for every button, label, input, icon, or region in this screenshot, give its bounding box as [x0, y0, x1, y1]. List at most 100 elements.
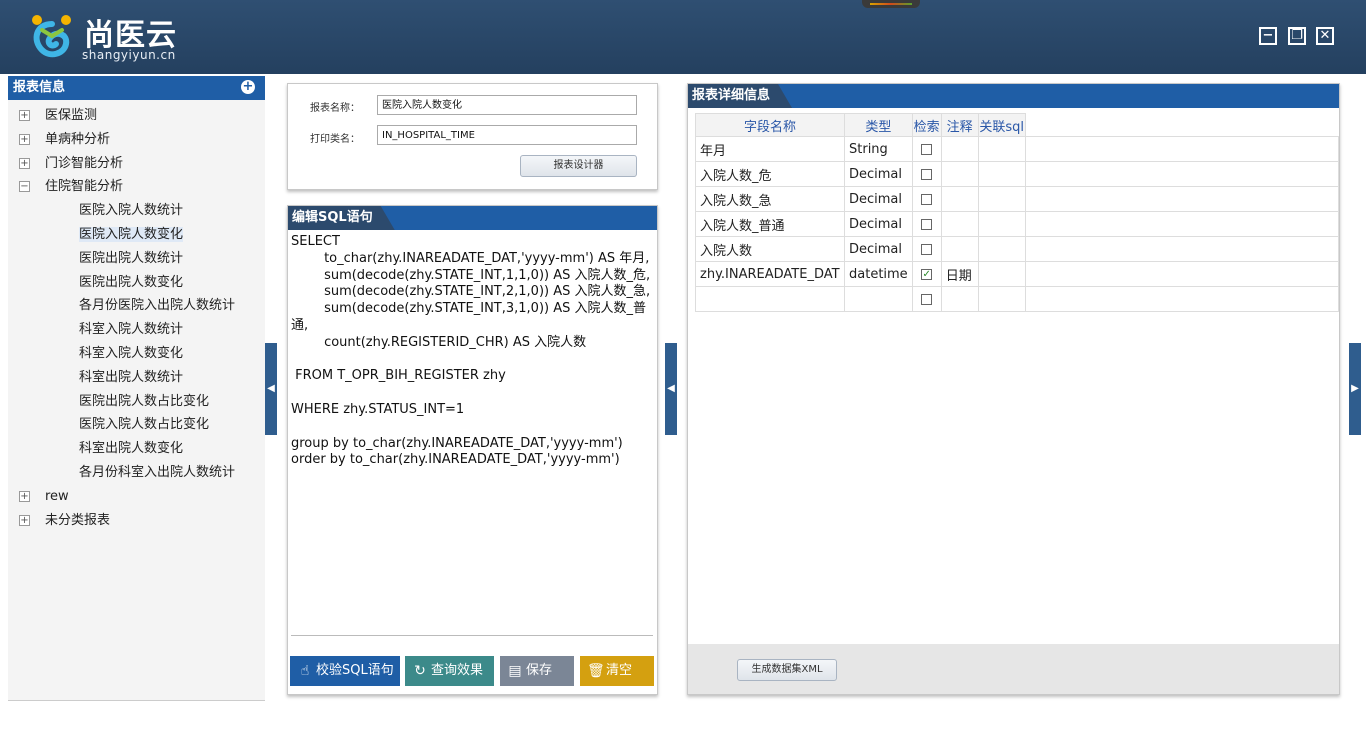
generate-xml-button[interactable]: 生成数据集XML	[737, 659, 837, 681]
tree-leaf-item[interactable]: 医院入院人数变化	[8, 223, 265, 247]
related-sql-cell[interactable]	[977, 161, 1026, 187]
minimize-button[interactable]: −	[1259, 27, 1277, 45]
expand-icon[interactable]: +	[19, 110, 30, 121]
tree-folder-item[interactable]: − 住院智能分析	[8, 175, 265, 199]
collapse-left-handle[interactable]: ◀	[265, 343, 277, 435]
search-checkbox[interactable]	[921, 218, 933, 230]
related-sql-cell[interactable]	[977, 186, 1026, 212]
print-class-input[interactable]: IN_HOSPITAL_TIME	[377, 125, 637, 145]
spacer-cell	[1024, 161, 1340, 187]
tree-item-label: 住院智能分析	[45, 179, 124, 195]
spacer-cell	[1024, 236, 1340, 262]
tree-leaf-item[interactable]: 医院出院人数占比变化	[8, 390, 265, 414]
note-cell[interactable]	[940, 186, 979, 212]
search-checkbox[interactable]	[921, 243, 933, 255]
tree-folder-item[interactable]: + rew	[8, 485, 265, 509]
field-type-cell[interactable]: Decimal	[844, 211, 913, 237]
search-checkbox[interactable]	[921, 193, 933, 205]
tree-folder-item[interactable]: + 门诊智能分析	[8, 152, 265, 176]
table-row[interactable]: 年月 String	[695, 136, 1340, 162]
report-tree-panel: 报表信息 + + 医保监测 + 单病种分析 + 门诊智能分析 − 住院智能分析 医院入院人数统计…	[8, 76, 265, 701]
tree-item-label: 科室出院人数变化	[79, 441, 184, 457]
expand-icon[interactable]: +	[19, 490, 30, 502]
sql-textarea[interactable]: SELECT to_char(zhy.INAREADATE_DAT,'yyyy-…	[291, 234, 653, 636]
note-cell[interactable]	[940, 161, 979, 187]
report-detail-panel: 报表详细信息 字段名称 类型 检索 注释 关联sql 年月 String 入院人数_…	[687, 83, 1340, 695]
close-button[interactable]: ✕	[1316, 27, 1334, 45]
field-name-cell[interactable]: zhy.INAREADATE_DAT	[695, 261, 845, 287]
search-cell	[911, 236, 942, 262]
table-row[interactable]: 入院人数_普通 Decimal	[695, 211, 1340, 237]
field-type-cell[interactable]: Decimal	[844, 161, 913, 187]
tree-folder-item[interactable]: + 医保监测	[8, 104, 265, 128]
tree-leaf-item[interactable]: 各月份科室入出院人数统计	[8, 461, 265, 485]
refresh-icon: ↻	[414, 663, 426, 679]
collapse-right-handle[interactable]: ▶	[1349, 343, 1361, 435]
tree-leaf-item[interactable]: 科室出院人数变化	[8, 437, 265, 461]
field-type-cell[interactable]: datetime	[844, 261, 913, 287]
field-name-cell[interactable]	[695, 286, 845, 312]
top-handle[interactable]	[862, 0, 920, 8]
clear-button[interactable]: 🗑 清空	[580, 656, 654, 686]
report-designer-button[interactable]: 报表设计器	[520, 155, 637, 177]
field-name-cell[interactable]: 入院人数_危	[695, 161, 845, 187]
field-type-cell[interactable]: Decimal	[844, 186, 913, 212]
add-report-button[interactable]: +	[241, 80, 255, 94]
table-row[interactable]: 入院人数_急 Decimal	[695, 186, 1340, 212]
related-sql-cell[interactable]	[977, 286, 1026, 312]
search-checkbox[interactable]	[921, 293, 933, 305]
tree-folder-item[interactable]: + 未分类报表	[8, 509, 265, 533]
expand-icon[interactable]: +	[19, 514, 30, 526]
preview-query-button[interactable]: ↻ 查询效果	[405, 656, 494, 686]
related-sql-cell[interactable]	[977, 261, 1026, 287]
field-name-cell[interactable]: 年月	[695, 136, 845, 162]
tree-leaf-item[interactable]: 科室入院人数变化	[8, 342, 265, 366]
note-cell[interactable]	[940, 211, 979, 237]
restore-button[interactable]: ❐	[1288, 27, 1306, 45]
column-header-note: 注释	[940, 113, 979, 137]
field-type-cell[interactable]: String	[844, 136, 913, 162]
related-sql-cell[interactable]	[977, 236, 1026, 262]
tree-leaf-item[interactable]: 医院出院人数统计	[8, 247, 265, 271]
field-type-cell[interactable]: Decimal	[844, 236, 913, 262]
spacer-cell	[1024, 286, 1340, 312]
spacer-cell	[1024, 211, 1340, 237]
field-name-cell[interactable]: 入院人数_普通	[695, 211, 845, 237]
collapse-icon[interactable]: −	[19, 181, 30, 193]
search-checkbox[interactable]	[921, 143, 933, 155]
expand-icon[interactable]: +	[19, 133, 30, 145]
validate-sql-button[interactable]: ☝ 校验SQL语句	[290, 656, 400, 686]
restore-icon: ❐	[1291, 28, 1303, 43]
note-cell[interactable]	[940, 136, 979, 162]
table-row[interactable]	[695, 286, 1340, 312]
detail-footer: 生成数据集XML	[688, 644, 1339, 694]
save-label: 保存	[526, 663, 553, 678]
table-row[interactable]: 入院人数 Decimal	[695, 236, 1340, 262]
tree-folder-item[interactable]: + 单病种分析	[8, 128, 265, 152]
print-class-label: 打印类名：	[310, 134, 360, 145]
related-sql-cell[interactable]	[977, 136, 1026, 162]
search-checkbox[interactable]	[921, 168, 933, 180]
table-row[interactable]: zhy.INAREADATE_DAT datetime ✓ 日期	[695, 261, 1340, 287]
column-header-sql: 关联sql	[977, 113, 1026, 137]
search-checkbox[interactable]: ✓	[921, 268, 933, 280]
tree-leaf-item[interactable]: 医院入院人数占比变化	[8, 413, 265, 437]
tree-leaf-item[interactable]: 各月份医院入出院人数统计	[8, 294, 265, 318]
field-name-cell[interactable]: 入院人数	[695, 236, 845, 262]
tree-leaf-item[interactable]: 医院入院人数统计	[8, 199, 265, 223]
field-type-cell[interactable]	[844, 286, 913, 312]
note-cell[interactable]	[940, 286, 979, 312]
report-name-input[interactable]: 医院入院人数变化	[377, 95, 637, 115]
note-cell[interactable]: 日期	[940, 261, 979, 287]
expand-icon[interactable]: +	[19, 157, 30, 169]
related-sql-cell[interactable]	[977, 211, 1026, 237]
field-name-cell[interactable]: 入院人数_急	[695, 186, 845, 212]
tree-leaf-item[interactable]: 科室出院人数统计	[8, 366, 265, 390]
table-row[interactable]: 入院人数_危 Decimal	[695, 161, 1340, 187]
tree-leaf-item[interactable]: 医院出院人数变化	[8, 271, 265, 295]
save-button[interactable]: ▤ 保存	[500, 656, 574, 686]
collapse-middle-handle[interactable]: ◀	[665, 343, 677, 435]
note-cell[interactable]	[940, 236, 979, 262]
validate-sql-label: 校验SQL语句	[316, 663, 394, 678]
tree-leaf-item[interactable]: 科室入院人数统计	[8, 318, 265, 342]
